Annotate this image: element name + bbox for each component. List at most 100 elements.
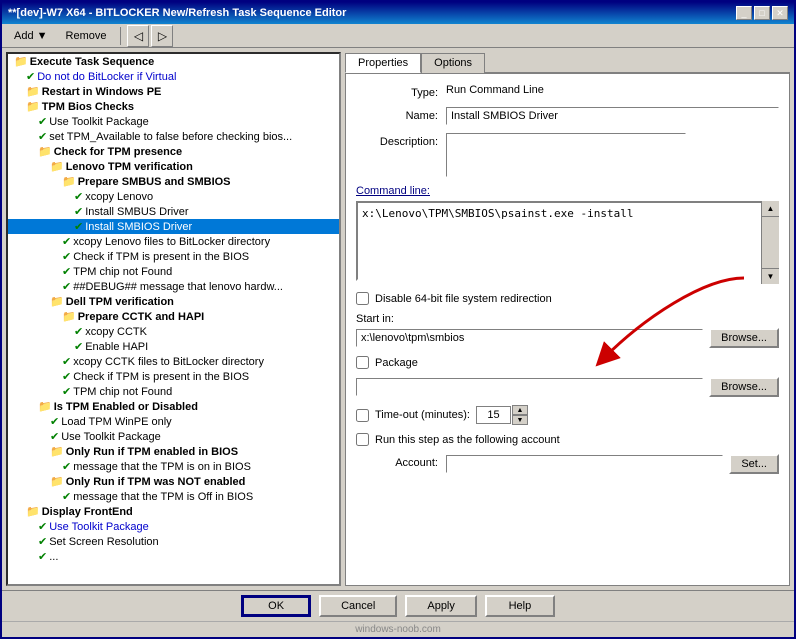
folder-icon: 📁 (50, 475, 64, 488)
timeout-row: Time-out (minutes): ▲ ▼ (356, 405, 779, 425)
help-button[interactable]: Help (485, 595, 555, 617)
spinner-down[interactable]: ▼ (512, 415, 528, 425)
tree-label: Use Toolkit Package (49, 116, 148, 128)
spinner-up[interactable]: ▲ (512, 405, 528, 415)
folder-icon: 📁 (26, 85, 40, 98)
check-icon: ✔ (62, 235, 71, 248)
tree-item-screenres[interactable]: ✔ Set Screen Resolution (8, 534, 339, 549)
check-icon: ✔ (38, 535, 47, 548)
check-icon: ✔ (74, 190, 83, 203)
tree-item-tpmbios[interactable]: 📁 TPM Bios Checks (8, 99, 339, 114)
cmdline-scrollbar: ▲ ▼ (761, 201, 779, 284)
tree-label: Install SMBUS Driver (85, 206, 188, 218)
toolbar-btn-2[interactable]: ▷ (151, 25, 173, 47)
timeout-checkbox[interactable] (356, 409, 369, 422)
tree-item-prepcctk[interactable]: 📁 Prepare CCTK and HAPI (8, 309, 339, 324)
title-bar: **[dev]-W7 X64 - BITLOCKER New/Refresh T… (2, 2, 794, 24)
tree-item-msgon[interactable]: ✔ message that the TPM is on in BIOS (8, 459, 339, 474)
tree-item-checktpm[interactable]: 📁 Check for TPM presence (8, 144, 339, 159)
tree-item-xcopylenovo2[interactable]: ✔ xcopy Lenovo files to BitLocker direct… (8, 234, 339, 249)
tree-item-usetoolkit2[interactable]: ✔ Use Toolkit Package (8, 429, 339, 444)
tree-label: Do not do BitLocker if Virtual (37, 71, 176, 83)
tree-item-prepsmbus[interactable]: 📁 Prepare SMBUS and SMBIOS (8, 174, 339, 189)
check-icon: ✔ (62, 355, 71, 368)
tree-label: message that the TPM is Off in BIOS (73, 491, 253, 503)
tree-item-checkbios1[interactable]: ✔ Check if TPM is present in the BIOS (8, 249, 339, 264)
startin-input-row: Browse... (356, 328, 779, 348)
maximize-button[interactable]: □ (754, 6, 770, 20)
disable64-checkbox[interactable] (356, 292, 369, 305)
cmdline-label: Command line: (356, 185, 430, 197)
tree-item-usetoolkit3[interactable]: ✔ Use Toolkit Package (8, 519, 339, 534)
tree-item-onlyrunnotenabled[interactable]: 📁 Only Run if TPM was NOT enabled (8, 474, 339, 489)
runaccount-checkbox[interactable] (356, 433, 369, 446)
tree-item-loadtpm[interactable]: ✔ Load TPM WinPE only (8, 414, 339, 429)
package-input[interactable] (356, 378, 703, 396)
tree-item-tpmnotfound2[interactable]: ✔ TPM chip not Found (8, 384, 339, 399)
check-icon: ✔ (62, 490, 71, 503)
check-icon: ✔ (62, 370, 71, 383)
tree-item-more[interactable]: ✔ ... (8, 549, 339, 564)
account-input[interactable] (446, 455, 723, 473)
package-checkbox[interactable] (356, 356, 369, 369)
ok-button[interactable]: OK (241, 595, 311, 617)
set-button[interactable]: Set... (729, 454, 779, 474)
minimize-button[interactable]: _ (736, 6, 752, 20)
check-icon: ✔ (74, 325, 83, 338)
check-icon: ✔ (74, 205, 83, 218)
cancel-button[interactable]: Cancel (319, 595, 397, 617)
tab-properties[interactable]: Properties (345, 53, 421, 73)
tree-item-enablehapi[interactable]: ✔ Enable HAPI (8, 339, 339, 354)
tree-item-delltpm[interactable]: 📁 Dell TPM verification (8, 294, 339, 309)
tab-options[interactable]: Options (421, 53, 485, 73)
cmdline-input[interactable]: x:\Lenovo\TPM\SMBIOS\psainst.exe -instal… (356, 201, 779, 281)
startin-section: Start in: Browse... (356, 313, 779, 348)
add-menu[interactable]: Add ▼ (6, 28, 56, 44)
tree-label: xcopy Lenovo files to BitLocker director… (73, 236, 270, 248)
tree-item-onlyrunenabled[interactable]: 📁 Only Run if TPM enabled in BIOS (8, 444, 339, 459)
tree-item-xcopycctk2[interactable]: ✔ xcopy CCTK files to BitLocker director… (8, 354, 339, 369)
tree-item-msgoff[interactable]: ✔ message that the TPM is Off in BIOS (8, 489, 339, 504)
close-button[interactable]: ✕ (772, 6, 788, 20)
check-icon: ✔ (62, 460, 71, 473)
tree-item-settpm[interactable]: ✔ set TPM_Available to false before chec… (8, 129, 339, 144)
tree-item-checkbios2[interactable]: ✔ Check if TPM is present in the BIOS (8, 369, 339, 384)
tree-label: TPM chip not Found (73, 266, 172, 278)
tree-item-xcopylenovo[interactable]: ✔ xcopy Lenovo (8, 189, 339, 204)
toolbar-btn-1[interactable]: ◁ (127, 25, 149, 47)
tree-label: Dell TPM verification (66, 296, 174, 308)
tree-item-installsmbus[interactable]: ✔ Install SMBUS Driver (8, 204, 339, 219)
tree-label: Use Toolkit Package (61, 431, 160, 443)
tree-label: Execute Task Sequence (30, 56, 155, 68)
tree-item-donotbitlocker[interactable]: ✔ Do not do BitLocker if Virtual (8, 69, 339, 84)
main-window: **[dev]-W7 X64 - BITLOCKER New/Refresh T… (0, 0, 796, 639)
tree-item-usetoolkit1[interactable]: ✔ Use Toolkit Package (8, 114, 339, 129)
tree-item-xcopycctk[interactable]: ✔ xcopy CCTK (8, 324, 339, 339)
desc-row: Description: (356, 133, 779, 177)
startin-browse-button[interactable]: Browse... (709, 328, 779, 348)
scroll-down[interactable]: ▼ (762, 268, 779, 284)
runaccount-row: Run this step as the following account (356, 433, 779, 446)
package-browse-button[interactable]: Browse... (709, 377, 779, 397)
tree-item-istpmenabled[interactable]: 📁 Is TPM Enabled or Disabled (8, 399, 339, 414)
tree-item-tpmnotfound1[interactable]: ✔ TPM chip not Found (8, 264, 339, 279)
package-section: Package Browse... (356, 356, 779, 397)
tree-item-debug[interactable]: ✔ ##DEBUG## message that lenovo hardw... (8, 279, 339, 294)
startin-input[interactable] (356, 329, 703, 347)
tree-panel: 📁 Execute Task Sequence ✔ Do not do BitL… (6, 52, 341, 586)
apply-button[interactable]: Apply (405, 595, 477, 617)
folder-icon: 📁 (38, 145, 52, 158)
tree-item-installsmbios[interactable]: ✔ Install SMBIOS Driver (8, 219, 339, 234)
desc-input[interactable] (446, 133, 686, 177)
tree-item-displayfrontend[interactable]: 📁 Display FrontEnd (8, 504, 339, 519)
timeout-value[interactable] (476, 406, 511, 424)
tree-item-restart[interactable]: 📁 Restart in Windows PE (8, 84, 339, 99)
tree-item-execute[interactable]: 📁 Execute Task Sequence (8, 54, 339, 69)
scroll-up[interactable]: ▲ (762, 201, 779, 217)
type-label: Type: (356, 84, 446, 99)
tree-item-lenovoTPM[interactable]: 📁 Lenovo TPM verification (8, 159, 339, 174)
name-input[interactable] (446, 107, 779, 125)
tree-label: Lenovo TPM verification (66, 161, 193, 173)
remove-menu[interactable]: Remove (58, 28, 115, 44)
spinner-buttons: ▲ ▼ (512, 405, 528, 425)
